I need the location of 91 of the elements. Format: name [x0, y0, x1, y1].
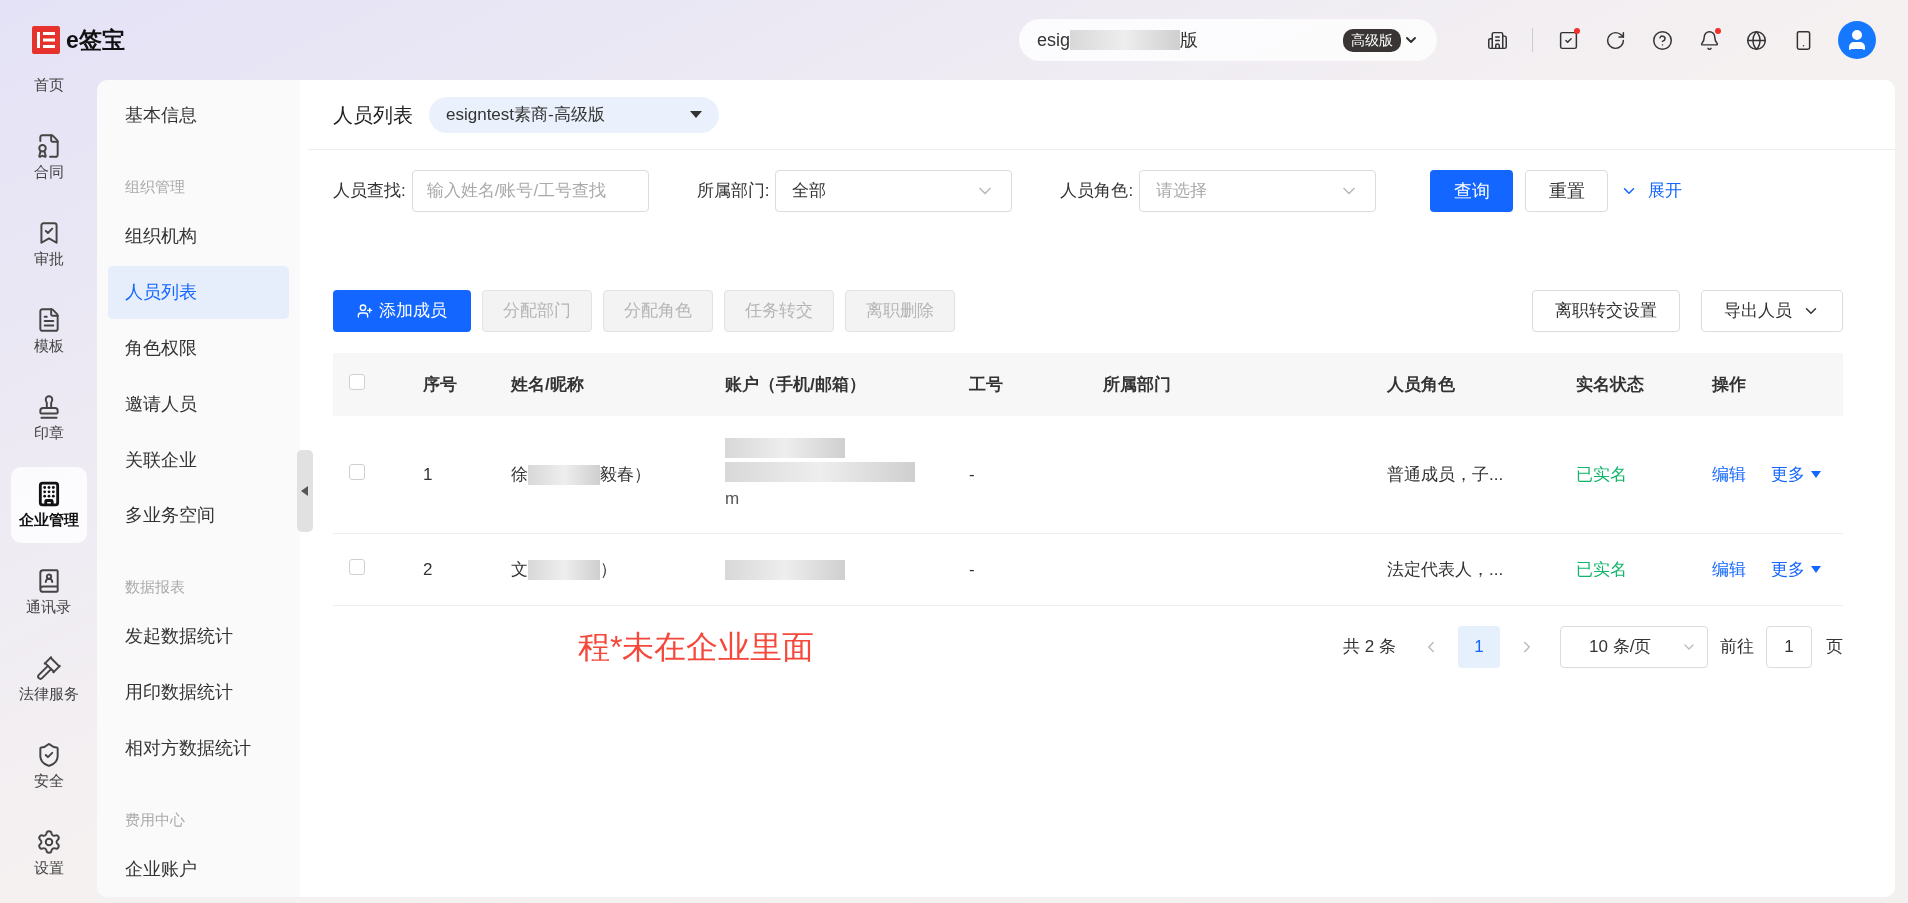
checkbox[interactable]: [349, 558, 365, 575]
name-end: ）: [600, 558, 617, 581]
column-header: 实名状态: [1576, 373, 1645, 396]
table-cell-text: -: [969, 463, 976, 486]
toolbar-button[interactable]: 离职转交设置: [1532, 290, 1680, 332]
sidebar-item[interactable]: 角色权限: [108, 321, 289, 376]
table-cell-text: 2: [423, 558, 434, 581]
sidebar-item[interactable]: 企业账户: [108, 842, 289, 896]
blurred-text: [528, 559, 600, 580]
page-size-select[interactable]: 10 条/页: [1560, 626, 1708, 668]
filter-label: 人员角色:: [1060, 180, 1134, 203]
total-count: 共 2 条: [1343, 636, 1396, 659]
annotation-text: 程*未在企业里面: [578, 628, 815, 667]
sidebar-item[interactable]: 组织机构: [108, 209, 289, 264]
reset-button[interactable]: 重置: [1525, 170, 1609, 212]
nav-rail-item[interactable]: 安全: [10, 728, 87, 804]
search-field[interactable]: 输入姓名/账号/工号查找: [411, 170, 649, 212]
column-header: 姓名/昵称: [511, 373, 585, 396]
more-link[interactable]: 更多: [1771, 461, 1821, 488]
caret-down-icon: [1811, 471, 1821, 478]
sidebar-item[interactable]: 用印数据统计: [108, 665, 289, 720]
nav-rail-item[interactable]: 通讯录: [10, 554, 87, 630]
help-icon[interactable]: [1650, 28, 1674, 52]
status-text: 已实名: [1576, 463, 1628, 486]
page-suffix: 页: [1826, 636, 1843, 659]
brand-name: e签宝: [66, 25, 125, 55]
org-name-end: 版: [1180, 28, 1199, 52]
sidebar-item[interactable]: 相对方数据统计: [108, 721, 289, 776]
name-start: 徐: [511, 463, 528, 486]
edit-link[interactable]: 编辑: [1712, 461, 1746, 488]
sidebar-item[interactable]: 邀请人员: [108, 377, 289, 432]
plan-badge: 高级版: [1343, 28, 1401, 52]
goto-label: 前往: [1720, 636, 1754, 659]
sidebar-item[interactable]: 关联企业: [108, 433, 289, 487]
table-cell-text: 1: [423, 463, 434, 486]
edit-link[interactable]: 编辑: [1712, 556, 1746, 583]
name-start: 文: [511, 558, 528, 581]
document-icon: [35, 133, 62, 159]
settings-icon: [35, 829, 62, 855]
nav-rail-item[interactable]: 法律服务: [10, 641, 87, 717]
nav-rail-item[interactable]: 审批: [10, 206, 87, 282]
gavel-icon: [35, 655, 62, 681]
sidebar-item[interactable]: 基本信息: [108, 89, 289, 143]
nav-rail-item[interactable]: 首页: [10, 80, 87, 94]
add-member-button[interactable]: 添加成员: [333, 290, 471, 332]
checkbox[interactable]: [349, 463, 365, 480]
sidebar-group-label: 数据报表: [124, 577, 186, 598]
nav-rail-item[interactable]: 模板: [10, 293, 87, 369]
column-header: 账户（手机/邮箱）: [725, 373, 867, 396]
collapse-handle[interactable]: [297, 450, 313, 532]
nav-rail-item[interactable]: 设置: [10, 815, 87, 891]
nav-rail-item[interactable]: 印章: [10, 380, 87, 456]
filter-label: 所属部门:: [696, 180, 770, 203]
column-header: 序号: [423, 373, 458, 396]
column-header: 工号: [969, 373, 1004, 396]
sidebar-item[interactable]: 人员列表: [108, 265, 289, 320]
caret-down-icon: [1811, 566, 1821, 573]
sidebar-item[interactable]: 多业务空间: [108, 489, 289, 543]
column-header: 人员角色: [1387, 373, 1456, 396]
globe-icon[interactable]: [1744, 28, 1768, 52]
nav-rail-item[interactable]: 企业管理: [10, 467, 87, 543]
add-user-icon: [357, 303, 373, 319]
page-title: 人员列表: [333, 102, 413, 128]
page-input[interactable]: 1: [1766, 626, 1812, 668]
select-field[interactable]: 全部: [775, 170, 1013, 212]
sidebar-item[interactable]: 发起数据统计: [108, 609, 289, 664]
logo-icon: [32, 26, 60, 54]
account-fragment: m: [725, 487, 741, 510]
org-switcher[interactable]: esig 版 高级版: [1019, 19, 1437, 61]
sidebar-group-label: 组织管理: [124, 177, 186, 198]
expand-link[interactable]: 展开: [1620, 178, 1683, 204]
table-cell-text: 法定代表人，...: [1387, 558, 1505, 581]
filter-label: 人员查找:: [333, 180, 406, 203]
search-button[interactable]: 查询: [1430, 170, 1514, 212]
sidebar-group-label: 费用中心: [124, 809, 186, 830]
status-text: 已实名: [1576, 558, 1628, 581]
table-cell-text: 普通成员，子...: [1387, 463, 1505, 486]
avatar[interactable]: [1838, 21, 1876, 59]
name-end: 毅春）: [600, 463, 651, 486]
more-link[interactable]: 更多: [1771, 556, 1821, 583]
checkbox[interactable]: [349, 373, 365, 390]
toolbar-button[interactable]: 导出人员: [1701, 290, 1843, 332]
caret-icon: [690, 111, 702, 118]
org-name-start: esig: [1037, 28, 1071, 52]
blurred-text: [528, 464, 600, 485]
table-cell-text: -: [969, 558, 976, 581]
org-select[interactable]: esigntest素商-高级版: [429, 96, 719, 133]
column-header: 操作: [1712, 373, 1747, 396]
column-header: 所属部门: [1103, 373, 1172, 396]
nav-rail-item[interactable]: 合同: [10, 119, 87, 195]
page-button[interactable]: 1: [1458, 626, 1500, 668]
